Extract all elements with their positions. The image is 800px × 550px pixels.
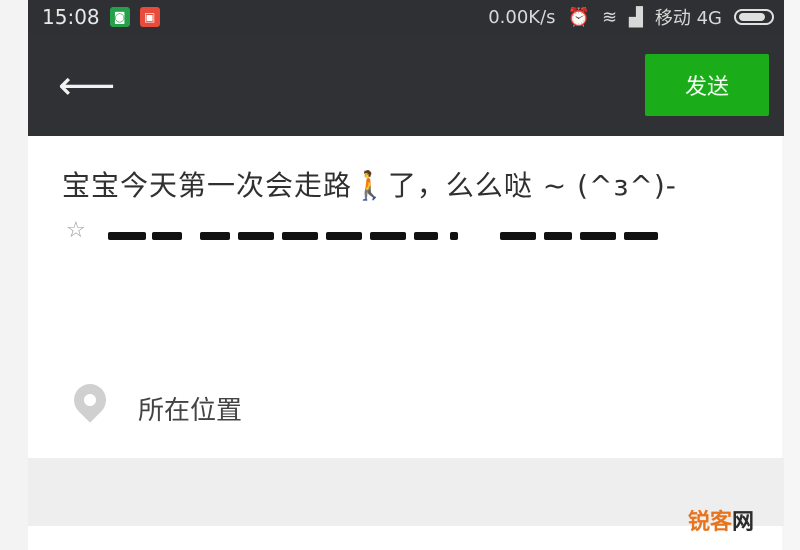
back-arrow-icon[interactable]: ⟵ bbox=[58, 62, 115, 110]
star-icon: ☆ bbox=[66, 218, 86, 243]
page-margin-left bbox=[0, 0, 28, 550]
redaction-bar bbox=[580, 232, 616, 240]
status-indicators: 0.00K/s ⏰ ≋ ▟ 移动 4G bbox=[488, 4, 774, 30]
status-bar: 15:08 ◙ ▣ 0.00K/s ⏰ ≋ ▟ 移动 4G bbox=[28, 0, 784, 34]
signal-icon: ▟ bbox=[629, 6, 643, 28]
redaction-bar bbox=[152, 232, 182, 240]
app-bar: ⟵ 发送 bbox=[28, 34, 784, 136]
location-pin-icon bbox=[67, 377, 113, 423]
location-row[interactable]: 所在位置 bbox=[62, 376, 762, 436]
status-time: 15:08 bbox=[42, 5, 100, 29]
redaction-bar bbox=[370, 232, 406, 240]
location-label: 所在位置 bbox=[138, 396, 243, 426]
redaction-bar bbox=[544, 232, 572, 240]
bottom-section bbox=[28, 458, 784, 526]
wifi-icon: ≋ bbox=[601, 6, 618, 28]
redaction-bar bbox=[282, 232, 318, 240]
watermark-logo: 锐客网 bbox=[687, 510, 754, 535]
message-notification-icon: ▣ bbox=[139, 7, 160, 27]
battery-icon bbox=[734, 9, 774, 25]
carrier-label: 移动 4G bbox=[654, 8, 722, 29]
send-button[interactable]: 发送 bbox=[645, 54, 769, 116]
redaction-bar bbox=[500, 232, 536, 240]
redaction-bar bbox=[414, 232, 438, 240]
redaction-bar bbox=[238, 232, 274, 240]
redaction-bar bbox=[108, 232, 146, 240]
post-text-input[interactable]: 宝宝今天第一次会走路🚶了，么么哒 ~ (^з^)- bbox=[62, 162, 762, 210]
wechat-notification-icon: ◙ bbox=[109, 7, 130, 27]
network-speed: 0.00K/s bbox=[488, 6, 556, 28]
redaction-bar bbox=[326, 232, 362, 240]
redaction-bar bbox=[450, 232, 458, 240]
page-margin-right bbox=[782, 0, 800, 550]
alarm-icon: ⏰ bbox=[567, 6, 590, 28]
redaction-bar bbox=[624, 232, 658, 240]
redaction-bar bbox=[200, 232, 230, 240]
